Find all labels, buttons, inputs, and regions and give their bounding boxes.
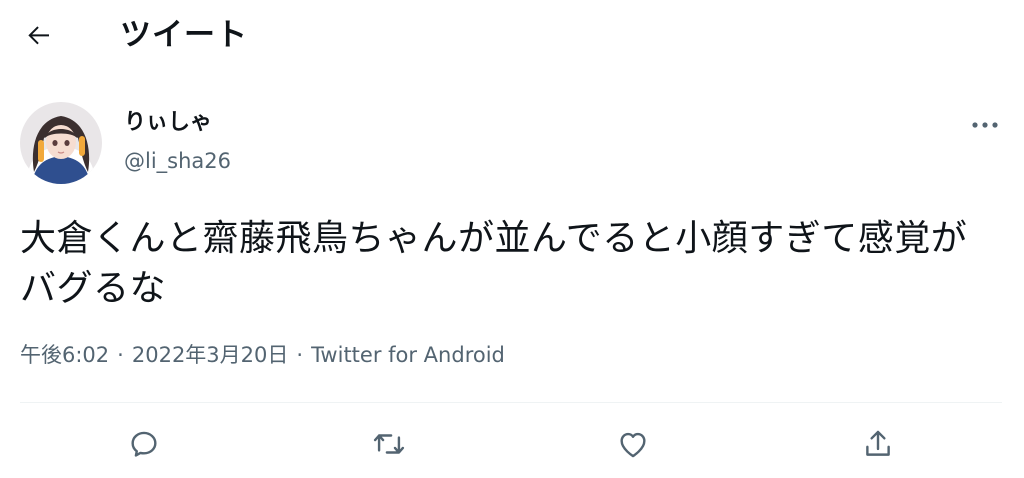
share-button[interactable] [856, 422, 900, 466]
reply-button[interactable] [122, 422, 166, 466]
tweet-date[interactable]: 2022年3月20日 [132, 343, 289, 367]
like-button[interactable] [611, 422, 655, 466]
tweet-text: 大倉くんと齋藤飛鳥ちゃんが並んでると小顔すぎて感覚がバグるな [20, 218, 968, 309]
back-button[interactable] [22, 18, 56, 52]
heart-icon [620, 432, 646, 458]
top-bar: ツイート [0, 0, 1024, 72]
user-handle[interactable]: @li_sha26 [124, 146, 231, 176]
meta-separator: · [296, 343, 304, 367]
display-name[interactable]: りぃしゃ [124, 106, 212, 140]
meta-separator: · [117, 343, 124, 367]
tweet-source[interactable]: Twitter for Android [311, 343, 505, 367]
arrow-left-icon [28, 26, 49, 45]
more-horizontal-icon [972, 122, 998, 128]
retweet-icon [373, 434, 405, 454]
reply-icon [131, 431, 157, 457]
tweet-metadata: 午後6:02 · 2022年3月20日 · Twitter for Android [20, 338, 505, 372]
avatar-image [20, 102, 102, 184]
page-title: ツイート [120, 17, 248, 53]
avatar[interactable] [20, 102, 102, 184]
tweet-time[interactable]: 午後6:02 [20, 343, 109, 367]
retweet-button[interactable] [367, 422, 411, 466]
divider [20, 402, 1002, 403]
more-options-button[interactable] [966, 112, 1004, 138]
share-icon [866, 430, 890, 456]
